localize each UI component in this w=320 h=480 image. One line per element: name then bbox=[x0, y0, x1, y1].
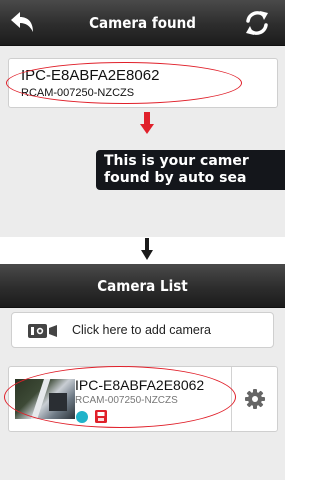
title-bar: Camera found bbox=[0, 0, 285, 46]
red-down-arrow-icon bbox=[140, 112, 154, 134]
highlight-ellipse-bottom bbox=[4, 366, 236, 428]
highlight-ellipse-top bbox=[6, 62, 242, 104]
gear-icon bbox=[245, 389, 265, 409]
callout-line-2: found by auto sea bbox=[104, 170, 247, 186]
page-title: Camera found bbox=[89, 14, 196, 32]
refresh-icon[interactable] bbox=[243, 9, 271, 37]
title-bar: Camera List bbox=[0, 264, 285, 308]
add-camera-label: Click here to add camera bbox=[72, 323, 211, 337]
callout-line-1: This is your camer bbox=[104, 153, 249, 169]
black-down-arrow-icon bbox=[141, 238, 153, 260]
add-camera-button[interactable]: Click here to add camera bbox=[11, 312, 274, 348]
page-title: Camera List bbox=[97, 277, 188, 295]
camera-found-screen: Camera found IPC-E8ABFA2E8062 RCAM-00725… bbox=[0, 0, 285, 237]
add-camera-icon bbox=[28, 324, 57, 338]
callout-box: This is your camer found by auto sea bbox=[96, 150, 285, 190]
camera-settings-button[interactable] bbox=[232, 367, 278, 431]
